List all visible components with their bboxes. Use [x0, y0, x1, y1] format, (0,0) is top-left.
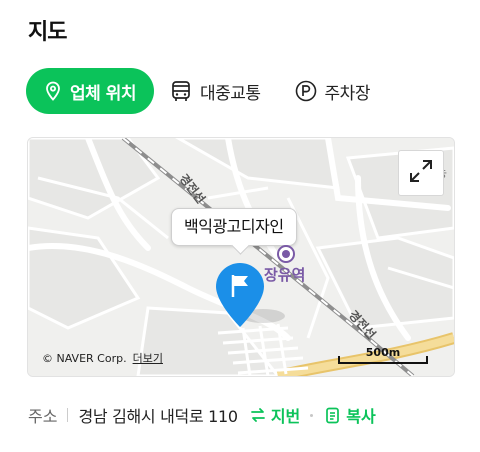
tab-label: 업체 위치 — [70, 83, 136, 104]
tab-label: 대중교통 — [199, 83, 261, 104]
address-label: 주소 — [28, 407, 58, 426]
lot-number-label: 지번 — [270, 407, 301, 426]
address-row: 주소 경남 김해시 내덕로 110 지번 복사 — [28, 400, 376, 430]
section-title: 지도 — [28, 20, 67, 45]
parking-icon — [295, 80, 317, 102]
fullscreen-button[interactable] — [398, 150, 444, 196]
address-value: 경남 김해시 내덕로 110 — [78, 407, 238, 426]
place-name-bubble[interactable]: 백익광고디자인 — [171, 208, 297, 246]
flag-marker-icon — [216, 263, 264, 327]
tab-public-transit[interactable]: 대중교통 — [170, 68, 261, 114]
map-marker[interactable] — [214, 261, 266, 333]
tab-parking[interactable]: 주차장 — [295, 68, 370, 114]
copy-label: 복사 — [346, 407, 376, 426]
divider — [67, 408, 69, 422]
map-base-tiles — [28, 138, 454, 376]
attribution-text: © NAVER Corp. — [42, 351, 127, 365]
expand-icon — [408, 158, 434, 188]
dot-separator — [310, 413, 314, 417]
tab-label: 주차장 — [324, 83, 371, 104]
map-view[interactable]: 경전선 경전선 농 백익광고디자인 장유역 © NAVER Corp. 더보기 … — [27, 137, 455, 377]
lot-number-button[interactable]: 지번 — [250, 403, 300, 427]
swap-arrows-icon — [250, 408, 265, 422]
map-more-link[interactable]: 더보기 — [133, 350, 163, 366]
bus-icon — [170, 80, 192, 102]
station-label[interactable]: 장유역 — [264, 264, 305, 285]
map-attribution: © NAVER Corp. 더보기 — [42, 350, 163, 366]
scale-bar — [338, 356, 428, 364]
copy-icon — [326, 407, 340, 423]
map-scale: 500m — [338, 346, 428, 366]
tab-business-location[interactable]: 업체 위치 — [26, 68, 154, 114]
copy-button[interactable]: 복사 — [325, 403, 376, 427]
location-pin-icon — [44, 81, 62, 101]
map-tabs: 업체 위치 대중교통 주차장 — [26, 68, 370, 114]
